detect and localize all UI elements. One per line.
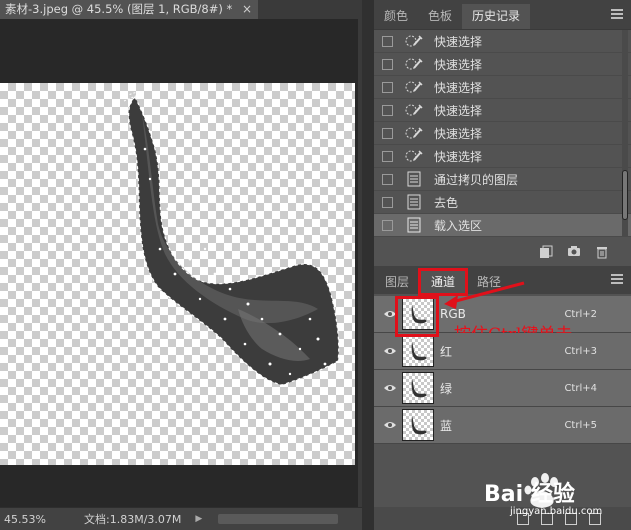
annotation-box — [395, 296, 439, 337]
quick-select-icon — [405, 56, 423, 72]
fabric-image — [128, 97, 339, 385]
channel-shortcut: Ctrl+2 — [564, 308, 597, 320]
panel-menu-icon[interactable] — [611, 9, 623, 21]
channel-thumbnail[interactable] — [402, 372, 434, 404]
tab-swatches[interactable]: 色板 — [418, 4, 462, 29]
channels-panel-tabs: 图层 通道 路径 — [374, 266, 631, 296]
channel-row[interactable]: 蓝 Ctrl+5 — [374, 407, 631, 444]
history-item[interactable]: 快速选择 — [374, 122, 631, 145]
history-item[interactable]: 去色 — [374, 191, 631, 214]
quick-select-icon — [405, 102, 423, 118]
close-icon[interactable]: × — [242, 0, 252, 19]
trash-icon[interactable] — [595, 245, 609, 259]
right-panels: 颜色 色板 历史记录 快速选择 快速选择 快速选择 快速选择 快速选择 快速选择… — [374, 0, 631, 530]
channel-shortcut: Ctrl+4 — [564, 382, 597, 394]
history-item[interactable]: 通过拷贝的图层 — [374, 168, 631, 191]
tab-color[interactable]: 颜色 — [374, 4, 418, 29]
channel-name: 红 — [440, 344, 453, 359]
history-list: 快速选择 快速选择 快速选择 快速选择 快速选择 快速选择 通过拷贝的图层 去色… — [374, 30, 631, 237]
new-document-from-state-icon[interactable] — [539, 245, 553, 259]
history-item-label: 快速选择 — [434, 34, 483, 49]
history-footer — [374, 240, 631, 264]
image-layer — [121, 90, 340, 386]
channel-shortcut: Ctrl+3 — [564, 345, 597, 357]
channel-name: 蓝 — [440, 418, 453, 433]
history-item-label: 快速选择 — [434, 103, 483, 118]
channel-row[interactable]: 红 Ctrl+3 — [374, 333, 631, 370]
channel-row[interactable]: 绿 Ctrl+4 — [374, 370, 631, 407]
channel-thumbnail[interactable] — [402, 409, 434, 441]
horizontal-scrollbar[interactable] — [218, 514, 339, 524]
tab-channels[interactable]: 通道 — [418, 268, 469, 296]
history-scroll-thumb[interactable] — [622, 170, 628, 220]
history-source-checkbox[interactable] — [382, 81, 393, 93]
history-item-label: 通过拷贝的图层 — [434, 172, 519, 187]
quick-select-icon — [405, 125, 423, 141]
history-source-checkbox[interactable] — [382, 150, 393, 162]
quick-select-icon — [405, 79, 423, 95]
document-area: 素材-3.jpeg @ 45.5% (图层 1, RGB/8#) * × 45.… — [0, 0, 362, 530]
history-item[interactable]: 快速选择 — [374, 145, 631, 168]
status-menu-arrow-icon[interactable]: ▶ — [195, 514, 202, 524]
history-item-selected[interactable]: 载入选区 — [374, 214, 631, 237]
eye-icon[interactable] — [380, 346, 400, 356]
document-info: 文档:1.83M/3.07M — [84, 513, 182, 526]
history-source-checkbox[interactable] — [382, 104, 393, 116]
history-source-checkbox[interactable] — [382, 173, 393, 185]
panel-splitter[interactable] — [362, 0, 374, 530]
history-item[interactable]: 快速选择 — [374, 99, 631, 122]
camera-icon[interactable] — [567, 245, 581, 259]
channel-name: 绿 — [440, 381, 453, 396]
document-tab[interactable]: 素材-3.jpeg @ 45.5% (图层 1, RGB/8#) * × — [0, 0, 258, 19]
document-tab-title: 素材-3.jpeg @ 45.5% (图层 1, RGB/8#) * — [5, 2, 233, 16]
history-item-label: 快速选择 — [434, 80, 483, 95]
history-item-label: 快速选择 — [434, 149, 483, 164]
eye-icon[interactable] — [380, 383, 400, 393]
watermark-brand: Bai 经验 — [484, 482, 575, 507]
quick-select-icon — [405, 148, 423, 164]
zoom-level[interactable]: 45.53% — [0, 513, 56, 526]
tab-bar-empty — [258, 0, 362, 19]
status-bar: 45.53% 文档:1.83M/3.07M ▶ — [0, 507, 362, 530]
canvas[interactable] — [0, 19, 358, 507]
history-source-checkbox[interactable] — [382, 35, 393, 47]
channel-thumbnail[interactable] — [402, 335, 434, 367]
history-item[interactable]: 快速选择 — [374, 53, 631, 76]
eye-icon[interactable] — [380, 420, 400, 430]
watermark-url: jingyan.baidu.com — [510, 506, 603, 517]
channel-name: RGB — [440, 307, 466, 321]
history-source-checkbox[interactable] — [382, 219, 393, 231]
history-doc-icon — [405, 171, 423, 187]
history-panel-tabs: 颜色 色板 历史记录 — [374, 0, 631, 30]
history-scrollbar[interactable] — [622, 30, 628, 237]
tab-paths[interactable]: 路径 — [466, 270, 512, 294]
channel-shortcut: Ctrl+5 — [564, 419, 597, 431]
quick-select-icon — [405, 33, 423, 49]
history-source-checkbox[interactable] — [382, 127, 393, 139]
history-doc-icon — [405, 217, 423, 233]
tab-layers[interactable]: 图层 — [374, 270, 420, 294]
history-item[interactable]: 快速选择 — [374, 30, 631, 53]
history-item-label: 快速选择 — [434, 57, 483, 72]
history-item-label: 载入选区 — [434, 218, 483, 233]
history-doc-icon — [405, 194, 423, 210]
tab-history[interactable]: 历史记录 — [462, 4, 531, 29]
history-item-label: 快速选择 — [434, 126, 483, 141]
selection-tip-ants — [121, 90, 141, 102]
history-item-label: 去色 — [434, 195, 459, 210]
history-item[interactable]: 快速选择 — [374, 76, 631, 99]
history-source-checkbox[interactable] — [382, 196, 393, 208]
history-source-checkbox[interactable] — [382, 58, 393, 70]
panel-menu-icon[interactable] — [611, 274, 623, 286]
